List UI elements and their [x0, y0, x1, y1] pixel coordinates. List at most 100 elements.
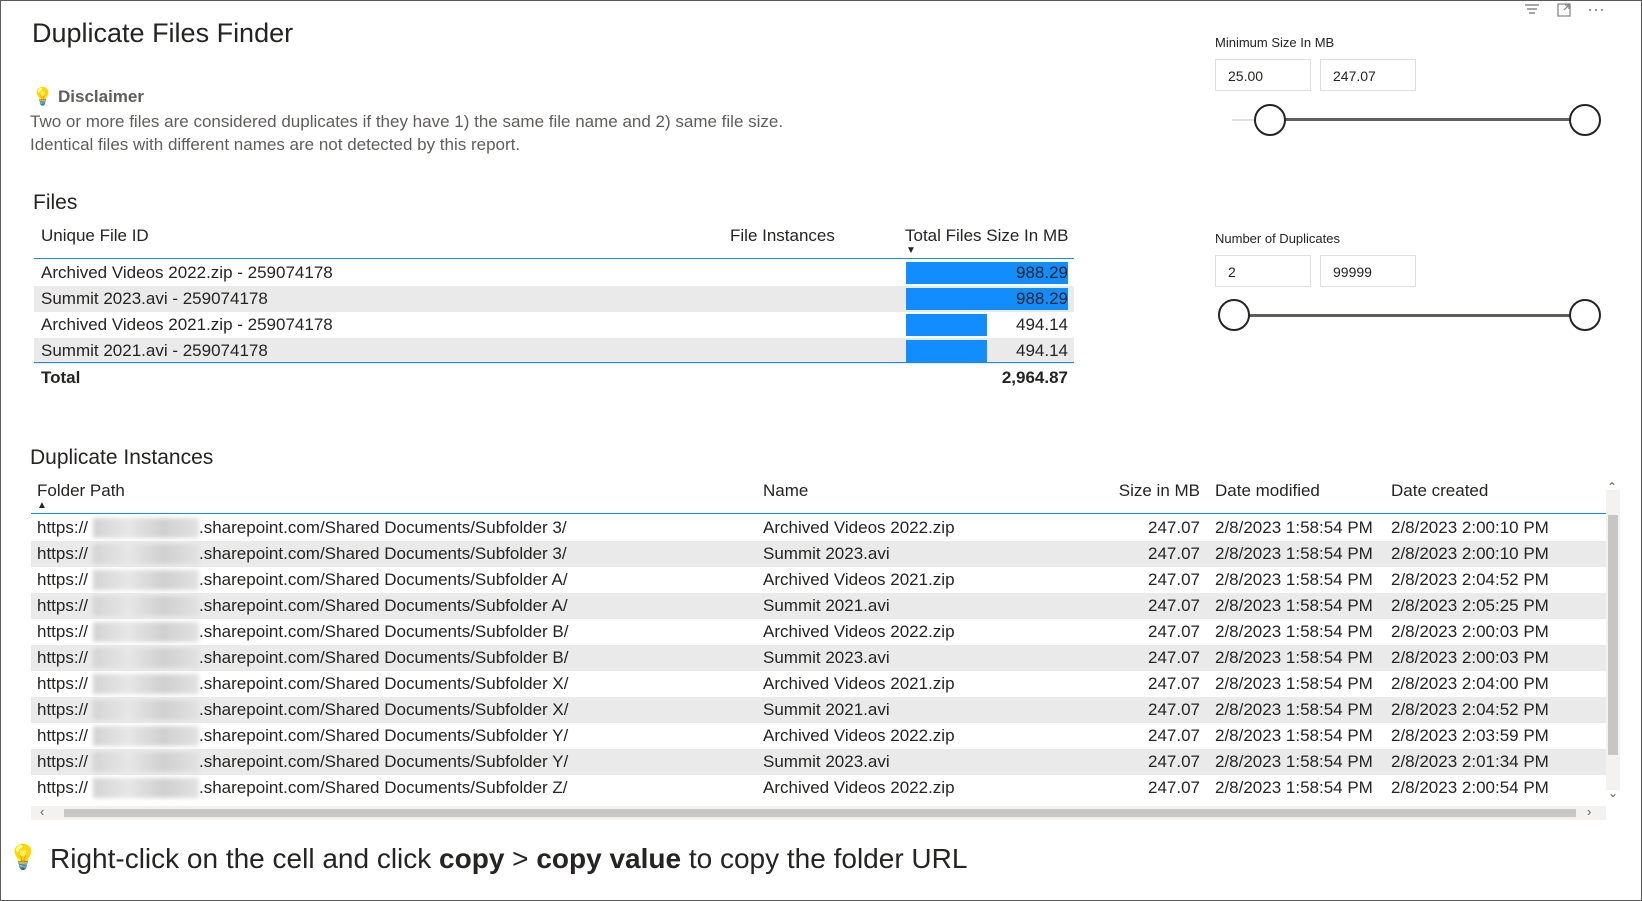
col-header-date-modified[interactable]: Date modified — [1215, 481, 1320, 501]
size-cell[interactable]: 247.07 — [1090, 671, 1200, 697]
file-name-cell[interactable]: Archived Videos 2022.zip — [763, 723, 955, 749]
folder-path-prefix[interactable]: https:// — [37, 515, 88, 541]
instances-table-row[interactable]: https:// .sharepoint.com/Shared Documents… — [31, 541, 1606, 567]
size-cell[interactable]: 247.07 — [1090, 515, 1200, 541]
instances-table-row[interactable]: https:// .sharepoint.com/Shared Documents… — [31, 697, 1606, 723]
file-name-cell[interactable]: Summit 2021.avi — [763, 593, 890, 619]
col-header-folder-path[interactable]: Folder Path — [37, 481, 125, 501]
file-name-cell[interactable]: Archived Videos 2021.zip — [763, 567, 955, 593]
file-id-cell[interactable]: Archived Videos 2021.zip - 259074178 — [41, 312, 333, 338]
folder-path-cell[interactable]: .sharepoint.com/Shared Documents/Subfold… — [199, 515, 567, 541]
scroll-down-icon[interactable]: ⌄ — [1608, 786, 1618, 800]
date-modified-cell[interactable]: 2/8/2023 1:58:54 PM — [1215, 593, 1373, 619]
col-header-name[interactable]: Name — [763, 481, 808, 501]
size-max-input[interactable]: 247.07 — [1320, 59, 1416, 91]
date-modified-cell[interactable]: 2/8/2023 1:58:54 PM — [1215, 723, 1373, 749]
size-cell[interactable]: 247.07 — [1090, 567, 1200, 593]
files-table-row[interactable]: Archived Videos 2022.zip - 259074178 4988… — [34, 260, 1074, 286]
instances-table-row[interactable]: https:// .sharepoint.com/Shared Documents… — [31, 671, 1606, 697]
file-name-cell[interactable]: Summit 2023.avi — [763, 541, 890, 567]
size-cell[interactable]: 247.07 — [1090, 749, 1200, 775]
date-created-cell[interactable]: 2/8/2023 2:04:00 PM — [1391, 671, 1549, 697]
focus-mode-icon[interactable] — [1552, 2, 1576, 24]
col-header-total-size[interactable]: Total Files Size In MB — [905, 226, 1068, 246]
date-created-cell[interactable]: 2/8/2023 2:01:34 PM — [1391, 749, 1549, 775]
folder-path-cell[interactable]: .sharepoint.com/Shared Documents/Subfold… — [199, 541, 567, 567]
dup-slider-max-handle[interactable] — [1569, 299, 1601, 331]
date-created-cell[interactable]: 2/8/2023 2:00:10 PM — [1391, 541, 1549, 567]
file-instances-cell[interactable]: 4 — [734, 286, 922, 312]
file-name-cell[interactable]: Archived Videos 2022.zip — [763, 515, 955, 541]
total-size-cell[interactable]: 988.29 — [900, 286, 1068, 312]
file-instances-cell[interactable]: 4 — [734, 260, 922, 286]
col-header-size[interactable]: Size in MB — [1090, 481, 1200, 501]
date-created-cell[interactable]: 2/8/2023 2:00:03 PM — [1391, 645, 1549, 671]
col-header-file-instances[interactable]: File Instances — [730, 226, 835, 246]
file-instances-cell[interactable]: 2 — [734, 338, 922, 364]
instances-table-row[interactable]: https:// .sharepoint.com/Shared Documents… — [31, 775, 1606, 801]
folder-path-cell[interactable]: .sharepoint.com/Shared Documents/Subfold… — [199, 723, 568, 749]
folder-path-cell[interactable]: .sharepoint.com/Shared Documents/Subfold… — [199, 593, 568, 619]
scroll-left-icon[interactable]: ‹ — [40, 804, 44, 819]
folder-path-prefix[interactable]: https:// — [37, 567, 88, 593]
files-table-row[interactable]: Archived Videos 2021.zip - 259074178 2494… — [34, 312, 1074, 338]
files-table-row[interactable]: Summit 2023.avi - 259074178 4988.29 — [34, 286, 1074, 312]
filter-icon[interactable] — [1520, 2, 1544, 24]
total-size-cell[interactable]: 494.14 — [900, 312, 1068, 338]
instances-table-row[interactable]: https:// .sharepoint.com/Shared Documents… — [31, 619, 1606, 645]
size-cell[interactable]: 247.07 — [1090, 775, 1200, 801]
size-cell[interactable]: 247.07 — [1090, 593, 1200, 619]
folder-path-prefix[interactable]: https:// — [37, 645, 88, 671]
dup-min-input[interactable]: 2 — [1215, 255, 1311, 287]
total-size-cell[interactable]: 988.29 — [900, 260, 1068, 286]
date-modified-cell[interactable]: 2/8/2023 1:58:54 PM — [1215, 671, 1373, 697]
size-cell[interactable]: 247.07 — [1090, 541, 1200, 567]
dup-slider-track[interactable] — [1234, 314, 1584, 317]
file-instances-cell[interactable]: 2 — [734, 312, 922, 338]
instances-table-row[interactable]: https:// .sharepoint.com/Shared Documents… — [31, 645, 1606, 671]
scroll-up-icon[interactable]: ⌃ — [1607, 480, 1617, 494]
file-name-cell[interactable]: Archived Videos 2022.zip — [763, 775, 955, 801]
file-id-cell[interactable]: Summit 2021.avi - 259074178 — [41, 338, 268, 364]
folder-path-prefix[interactable]: https:// — [37, 671, 88, 697]
date-created-cell[interactable]: 2/8/2023 2:00:10 PM — [1391, 515, 1549, 541]
instances-table-row[interactable]: https:// .sharepoint.com/Shared Documents… — [31, 567, 1606, 593]
size-cell[interactable]: 247.07 — [1090, 697, 1200, 723]
folder-path-prefix[interactable]: https:// — [37, 723, 88, 749]
instances-table-row[interactable]: https:// .sharepoint.com/Shared Documents… — [31, 593, 1606, 619]
date-created-cell[interactable]: 2/8/2023 2:05:25 PM — [1391, 593, 1549, 619]
size-cell[interactable]: 247.07 — [1090, 645, 1200, 671]
size-slider-max-handle[interactable] — [1569, 104, 1601, 136]
date-modified-cell[interactable]: 2/8/2023 1:58:54 PM — [1215, 619, 1373, 645]
more-options-icon[interactable]: ··· — [1584, 0, 1608, 20]
files-table-row[interactable]: Summit 2021.avi - 259074178 2494.14 — [34, 338, 1074, 364]
date-created-cell[interactable]: 2/8/2023 2:00:03 PM — [1391, 619, 1549, 645]
date-modified-cell[interactable]: 2/8/2023 1:58:54 PM — [1215, 645, 1373, 671]
col-header-date-created[interactable]: Date created — [1391, 481, 1488, 501]
scroll-right-icon[interactable]: › — [1587, 804, 1591, 819]
folder-path-cell[interactable]: .sharepoint.com/Shared Documents/Subfold… — [199, 697, 568, 723]
folder-path-cell[interactable]: .sharepoint.com/Shared Documents/Subfold… — [199, 645, 568, 671]
date-modified-cell[interactable]: 2/8/2023 1:58:54 PM — [1215, 775, 1373, 801]
date-modified-cell[interactable]: 2/8/2023 1:58:54 PM — [1215, 697, 1373, 723]
file-name-cell[interactable]: Archived Videos 2021.zip — [763, 671, 955, 697]
folder-path-cell[interactable]: .sharepoint.com/Shared Documents/Subfold… — [199, 619, 568, 645]
total-size-cell[interactable]: 494.14 — [900, 338, 1068, 364]
dup-max-input[interactable]: 99999 — [1320, 255, 1416, 287]
vertical-scrollbar-thumb[interactable] — [1608, 515, 1618, 755]
folder-path-prefix[interactable]: https:// — [37, 541, 88, 567]
size-min-input[interactable]: 25.00 — [1215, 59, 1311, 91]
file-name-cell[interactable]: Summit 2023.avi — [763, 749, 890, 775]
file-name-cell[interactable]: Summit 2021.avi — [763, 697, 890, 723]
size-cell[interactable]: 247.07 — [1090, 619, 1200, 645]
folder-path-cell[interactable]: .sharepoint.com/Shared Documents/Subfold… — [199, 749, 568, 775]
date-modified-cell[interactable]: 2/8/2023 1:58:54 PM — [1215, 749, 1373, 775]
date-created-cell[interactable]: 2/8/2023 2:04:52 PM — [1391, 567, 1549, 593]
instances-table-row[interactable]: https:// .sharepoint.com/Shared Documents… — [31, 723, 1606, 749]
file-id-cell[interactable]: Archived Videos 2022.zip - 259074178 — [41, 260, 333, 286]
file-name-cell[interactable]: Summit 2023.avi — [763, 645, 890, 671]
date-modified-cell[interactable]: 2/8/2023 1:58:54 PM — [1215, 541, 1373, 567]
date-modified-cell[interactable]: 2/8/2023 1:58:54 PM — [1215, 567, 1373, 593]
size-slider-track[interactable] — [1270, 118, 1585, 121]
file-name-cell[interactable]: Archived Videos 2022.zip — [763, 619, 955, 645]
